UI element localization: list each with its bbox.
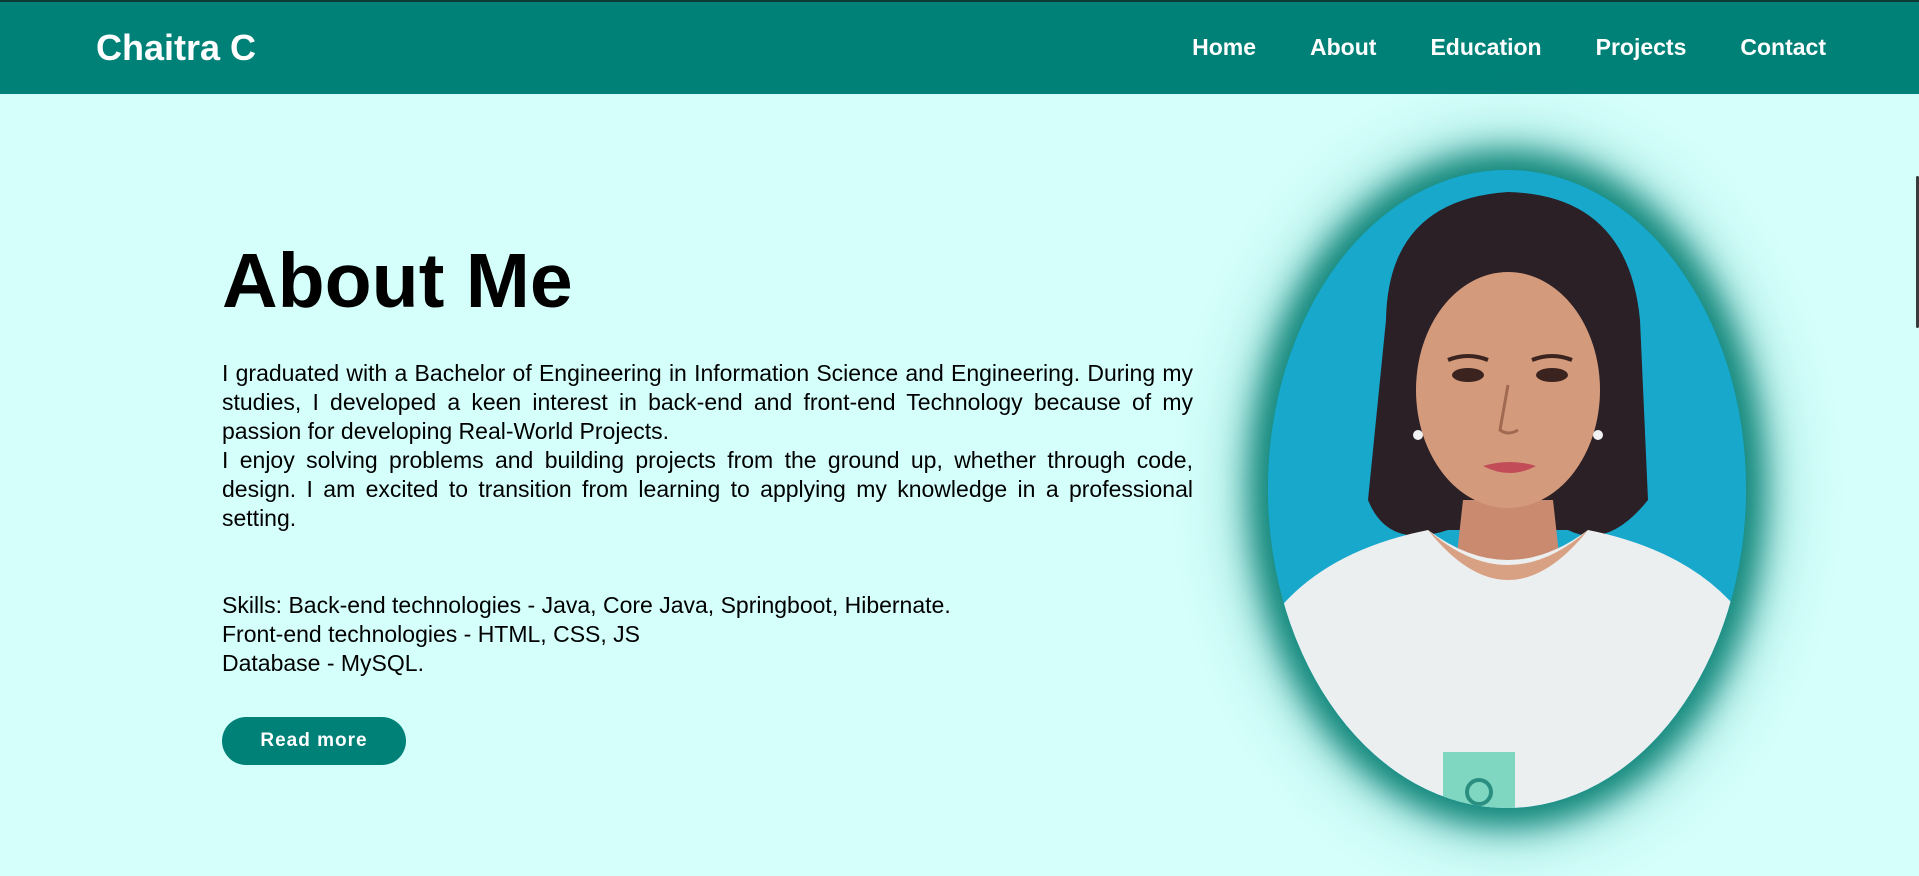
skills-list: Skills: Back-end technologies - Java, Co… bbox=[222, 591, 1193, 678]
skills-database: Database - MySQL. bbox=[222, 650, 424, 676]
about-title: About Me bbox=[222, 238, 573, 324]
site-logo[interactable]: Chaitra C bbox=[96, 26, 256, 70]
read-more-button[interactable]: Read more bbox=[222, 717, 406, 765]
about-description: I graduated with a Bachelor of Engineeri… bbox=[222, 359, 1193, 533]
profile-photo bbox=[1268, 170, 1746, 808]
nav-home[interactable]: Home bbox=[1192, 32, 1256, 62]
main-nav: Home About Education Projects Contact bbox=[1192, 32, 1826, 62]
about-section: About Me I graduated with a Bachelor of … bbox=[222, 228, 1193, 765]
navbar: Chaitra C Home About Education Projects … bbox=[0, 2, 1919, 94]
nav-contact[interactable]: Contact bbox=[1740, 32, 1826, 62]
skills-frontend: Front-end technologies - HTML, CSS, JS bbox=[222, 621, 640, 647]
about-paragraph-2: I enjoy solving problems and building pr… bbox=[222, 447, 1193, 531]
about-paragraph-1: I graduated with a Bachelor of Engineeri… bbox=[222, 360, 1193, 444]
nav-education[interactable]: Education bbox=[1430, 32, 1541, 62]
nav-about[interactable]: About bbox=[1310, 32, 1376, 62]
skills-backend: Skills: Back-end technologies - Java, Co… bbox=[222, 592, 951, 618]
nav-projects[interactable]: Projects bbox=[1596, 32, 1687, 62]
profile-portrait-image bbox=[1268, 170, 1746, 808]
